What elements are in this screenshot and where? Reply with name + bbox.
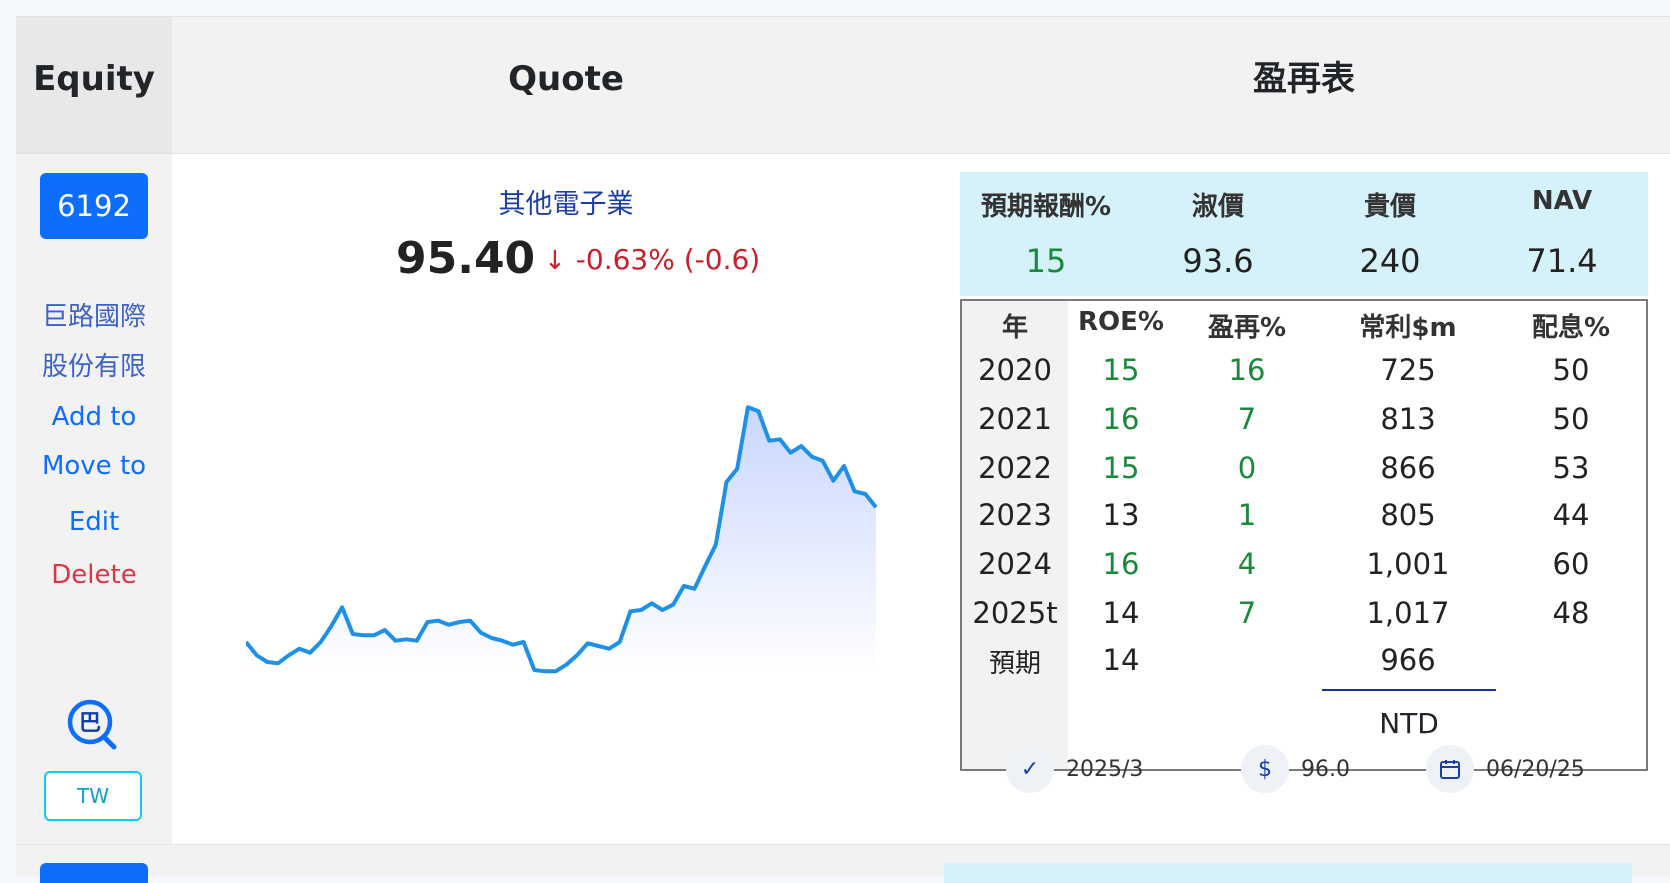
ref-price: $ 96.0	[1241, 744, 1350, 794]
cell-roe: 15	[1102, 451, 1140, 485]
cell-reinvest: 16	[1228, 353, 1266, 387]
stock-code-button[interactable]: 6192	[40, 173, 148, 239]
cell-profit: 1,017	[1366, 596, 1450, 630]
equity-header: Equity	[33, 59, 155, 99]
next-equity-row	[16, 844, 1670, 883]
table-title-header: 盈再表	[1253, 59, 1355, 99]
cell-dividend: 50	[1552, 402, 1590, 436]
col-header-reinvest: 盈再%	[1207, 313, 1287, 343]
nav-value: 71.4	[1526, 242, 1598, 280]
col-header-dividend: 配息%	[1531, 313, 1611, 343]
price-sparkline	[246, 405, 878, 674]
next-valuation-box	[944, 863, 1632, 883]
currency-label: NTD	[1379, 707, 1439, 740]
cell-year: 2023	[978, 498, 1052, 532]
cell-reinvest: 7	[1237, 402, 1257, 436]
col-header-profit: 常利$m	[1359, 313, 1457, 343]
update-date: 06/20/25	[1426, 744, 1585, 794]
search-icon[interactable]: 巴	[66, 698, 122, 754]
cell-profit: 966	[1380, 643, 1436, 677]
cell-profit: 813	[1380, 402, 1436, 436]
report-period-text: 2025/3	[1066, 756, 1144, 782]
cell-profit: 805	[1380, 498, 1436, 532]
cell-profit: 1,001	[1366, 547, 1450, 581]
fair-price-cell: 淑價 93.6	[1132, 172, 1304, 296]
cell-dividend: 44	[1552, 498, 1590, 532]
cell-profit: 725	[1380, 353, 1436, 387]
cell-year: 2025t	[972, 596, 1058, 630]
cell-year: 2021	[978, 402, 1052, 436]
cell-roe: 14	[1102, 596, 1140, 630]
delete-link[interactable]: Delete	[16, 560, 172, 590]
expected-return-label: 預期報酬%	[980, 192, 1112, 222]
report-icon: ✓	[1006, 745, 1054, 793]
calendar-icon	[1426, 745, 1474, 793]
expensive-price-cell: 貴價 240	[1304, 172, 1476, 296]
nav-label: NAV	[1531, 186, 1593, 216]
expected-return-value: 15	[1025, 242, 1067, 280]
down-arrow-icon: ↓	[544, 246, 566, 276]
top-strip	[0, 0, 1670, 16]
cell-year: 2020	[978, 353, 1052, 387]
cell-roe: 15	[1102, 353, 1140, 387]
equity-actions: 6192 巨路國際 股份有限 Add to Move to Edit Delet…	[16, 154, 172, 844]
fair-price-label: 淑價	[1191, 192, 1244, 222]
earnings-table: NTD 年 ROE% 盈再% 常利$m 配息% 2020 15 16 725 50 2021 16 7 8…	[960, 299, 1648, 771]
price-change: ↓ -0.63% (-0.6)	[544, 243, 760, 276]
cell-reinvest: 1	[1237, 498, 1257, 532]
quote-header: Quote	[508, 59, 624, 99]
expensive-price-value: 240	[1359, 242, 1421, 280]
col-header-roe: ROE%	[1078, 307, 1164, 337]
cell-year: 2024	[978, 547, 1052, 581]
next-code-button[interactable]	[40, 863, 148, 883]
company-name-line1[interactable]: 巨路國際	[16, 302, 172, 332]
cell-roe: 16	[1102, 402, 1140, 436]
cell-roe: 13	[1102, 498, 1140, 532]
change-text: -0.63% (-0.6)	[575, 243, 761, 276]
cell-dividend: 60	[1552, 547, 1590, 581]
expensive-price-label: 貴價	[1363, 192, 1416, 222]
cell-roe: 16	[1102, 547, 1140, 581]
expected-return-cell: 預期報酬% 15	[960, 172, 1132, 296]
cell-reinvest: 0	[1237, 451, 1257, 485]
cell-dividend: 53	[1552, 451, 1590, 485]
profit-underline	[1322, 689, 1496, 691]
cell-reinvest: 7	[1237, 596, 1257, 630]
cell-roe: 14	[1102, 643, 1140, 677]
col-header-year: 年	[1001, 313, 1028, 343]
report-period: ✓ 2025/3	[1006, 744, 1143, 794]
dollar-icon: $	[1241, 745, 1289, 793]
edit-link[interactable]: Edit	[16, 507, 172, 537]
market-button[interactable]: TW	[44, 771, 142, 821]
cell-reinvest: 4	[1237, 547, 1257, 581]
company-name-line2[interactable]: 股份有限	[16, 352, 172, 382]
update-date-text: 06/20/25	[1486, 756, 1585, 782]
valuation-box: 預期報酬% 15 淑價 93.6 貴價 240 NAV 71.4	[960, 172, 1648, 296]
price-value: 95.40	[396, 233, 536, 284]
move-to-link[interactable]: Move to	[16, 451, 172, 481]
cell-year: 2022	[978, 451, 1052, 485]
sparkline-area	[246, 407, 876, 672]
cell-dividend: 50	[1552, 353, 1590, 387]
table-header: Equity Quote 盈再表	[16, 17, 1670, 154]
search-icon-glyph: 巴	[79, 711, 101, 736]
cell-profit: 866	[1380, 451, 1436, 485]
cell-dividend: 48	[1552, 596, 1590, 630]
fair-price-value: 93.6	[1182, 242, 1254, 280]
add-to-link[interactable]: Add to	[16, 402, 172, 432]
nav-cell: NAV 71.4	[1476, 172, 1648, 296]
ref-price-text: 96.0	[1301, 756, 1350, 782]
equity-card: Equity Quote 盈再表 6192 巨路國際 股份有限 Add to M…	[16, 16, 1670, 883]
industry-label: 其他電子業	[498, 189, 634, 220]
cell-year: 預期	[988, 649, 1041, 679]
